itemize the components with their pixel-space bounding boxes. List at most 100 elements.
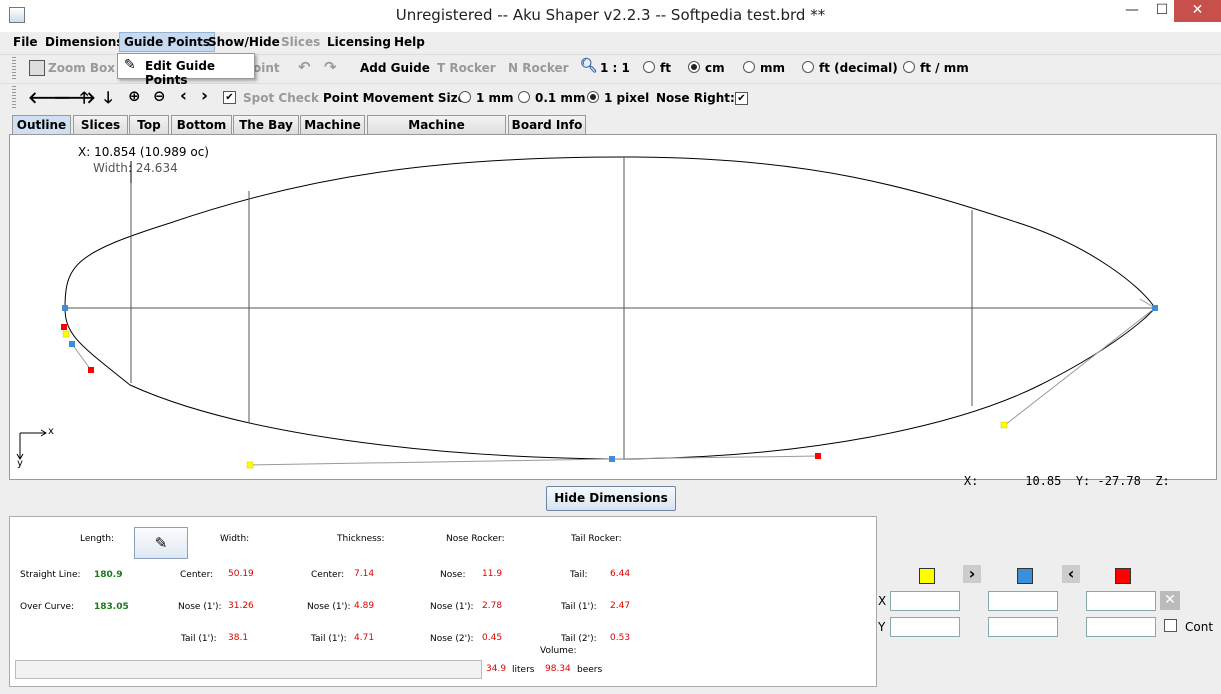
zoom-out-icon[interactable]: ⊖ bbox=[153, 87, 166, 105]
red-x-input[interactable] bbox=[1086, 591, 1156, 611]
chevron-left-icon[interactable]: ‹ bbox=[180, 86, 187, 106]
blue-y-input[interactable] bbox=[988, 617, 1058, 637]
red-y-input[interactable] bbox=[1086, 617, 1156, 637]
redo-icon[interactable]: ↷ bbox=[324, 58, 337, 76]
edit-guide-points-item[interactable]: Edit Guide Points bbox=[145, 59, 254, 87]
tail-rocker-tail1-label: Tail (1'): bbox=[561, 602, 597, 612]
chevron-right-icon[interactable]: › bbox=[963, 565, 981, 583]
nose-rocker-nose1-value: 2.78 bbox=[482, 601, 503, 611]
thickness-tail-value: 4.71 bbox=[354, 633, 375, 643]
guide-points-menu: ✎ Edit Guide Points bbox=[117, 53, 255, 87]
tab-slices[interactable]: Slices bbox=[73, 115, 128, 135]
volume-liters-value: 34.9 bbox=[486, 664, 507, 674]
continuous-checkbox[interactable] bbox=[1164, 619, 1177, 635]
unit-ft-decimal-radio[interactable]: ft (decimal) bbox=[802, 61, 898, 75]
thickness-center-label: Center: bbox=[311, 570, 345, 580]
control-point bbox=[246, 461, 254, 469]
title-bar: Unregistered -- Aku Shaper v2.2.3 -- Sof… bbox=[0, 0, 1221, 32]
blue-x-input[interactable] bbox=[988, 591, 1058, 611]
chevron-right-icon[interactable]: › bbox=[201, 86, 208, 106]
continuous-label: Cont bbox=[1185, 620, 1214, 634]
menu-help[interactable]: Help bbox=[394, 35, 425, 49]
pencil-icon: ✎ bbox=[154, 534, 168, 552]
tab-outline[interactable]: Outline bbox=[12, 115, 71, 135]
width-center-value: 50.19 bbox=[228, 569, 254, 579]
delete-icon[interactable]: ✕ bbox=[1160, 591, 1180, 610]
tail-rocker-tail2-label: Tail (2'): bbox=[561, 634, 597, 644]
control-point bbox=[1000, 421, 1008, 429]
point-button[interactable]: oint bbox=[253, 61, 280, 75]
point-movement-label: Point Movement Size: bbox=[323, 91, 471, 105]
thickness-tail-label: Tail (1'): bbox=[311, 634, 347, 644]
tab-machine-parameters[interactable]: Machine Parameters bbox=[367, 115, 506, 150]
edit-length-button[interactable]: ✎ bbox=[134, 527, 188, 559]
size-1pixel-radio[interactable]: 1 pixel bbox=[587, 91, 649, 105]
minimize-button[interactable]: — bbox=[1117, 0, 1147, 22]
guide-handle bbox=[71, 343, 92, 371]
tab-board-info[interactable]: Board Info bbox=[508, 115, 586, 135]
size-01mm-radio[interactable]: 0.1 mm bbox=[518, 91, 585, 105]
width-tail-value: 38.1 bbox=[228, 633, 249, 643]
close-button[interactable]: ✕ bbox=[1174, 0, 1221, 22]
add-guide-button[interactable]: Add Guide bbox=[360, 61, 430, 75]
spot-check-icon: ✔ bbox=[223, 89, 236, 104]
control-point bbox=[69, 341, 75, 347]
unit-mm-radio[interactable]: mm bbox=[743, 61, 785, 75]
unit-cm-radio[interactable]: cm bbox=[688, 61, 725, 75]
menu-file[interactable]: File bbox=[13, 35, 38, 49]
nose-rocker-nose2-label: Nose (2'): bbox=[430, 634, 474, 644]
toolbar-grip[interactable] bbox=[12, 57, 16, 81]
straight-line-value: 180.9 bbox=[94, 570, 123, 580]
red-point-swatch[interactable] bbox=[1115, 568, 1131, 584]
menu-slices[interactable]: Slices bbox=[281, 35, 320, 49]
tab-machine[interactable]: Machine bbox=[300, 115, 365, 135]
tail-rocker-tail-value: 6.44 bbox=[610, 569, 631, 579]
t-rocker-button[interactable]: T Rocker bbox=[437, 61, 496, 75]
nose-right-label: Nose Right: bbox=[656, 91, 735, 105]
tail-rocker-label: Tail Rocker: bbox=[571, 534, 622, 544]
thickness-label: Thickness: bbox=[337, 534, 385, 544]
width-nose-value: 31.26 bbox=[228, 601, 254, 611]
scale-icon: 🔍︎ bbox=[580, 58, 598, 74]
arrow-down-icon[interactable]: 🡓 bbox=[104, 87, 112, 114]
arrow-right-icon[interactable]: 🡒 bbox=[53, 87, 96, 107]
arrow-up-icon[interactable]: 🡑 bbox=[80, 87, 88, 114]
tab-bottom[interactable]: Bottom bbox=[171, 115, 232, 135]
control-point bbox=[609, 456, 615, 462]
hide-dimensions-button[interactable]: Hide Dimensions bbox=[546, 486, 676, 511]
x-label: X bbox=[878, 594, 887, 608]
n-rocker-button[interactable]: N Rocker bbox=[508, 61, 569, 75]
board-outline-lower bbox=[64, 307, 1156, 460]
yellow-y-input[interactable] bbox=[890, 617, 960, 637]
maximize-button[interactable]: ☐ bbox=[1147, 0, 1177, 22]
volume-beers-value: 98.34 bbox=[545, 664, 571, 674]
yellow-x-input[interactable] bbox=[890, 591, 960, 611]
outline-drawing[interactable] bbox=[10, 135, 1216, 479]
yellow-point-swatch[interactable] bbox=[919, 568, 935, 584]
nose-rocker-nose1-label: Nose (1'): bbox=[430, 602, 474, 612]
beers-label: beers bbox=[577, 665, 603, 675]
size-1mm-radio[interactable]: 1 mm bbox=[459, 91, 514, 105]
tab-top[interactable]: Top bbox=[129, 115, 169, 135]
menu-show-hide[interactable]: Show/Hide bbox=[208, 35, 280, 49]
menu-licensing[interactable]: Licensing bbox=[327, 35, 391, 49]
toolbar-grip[interactable] bbox=[12, 86, 16, 110]
zoom-box-button[interactable]: Zoom Box bbox=[48, 61, 115, 75]
menu-dimensions[interactable]: Dimensions bbox=[45, 35, 123, 49]
spot-check-button[interactable]: Spot Check bbox=[243, 91, 319, 105]
nose-right-checkbox[interactable]: ✔ bbox=[735, 90, 748, 105]
unit-ft-mm-radio[interactable]: ft / mm bbox=[903, 61, 969, 75]
width-center-label: Center: bbox=[180, 570, 214, 580]
tab-the-bay[interactable]: The Bay bbox=[233, 115, 299, 135]
edit-icon: ✎ bbox=[124, 57, 136, 73]
liters-label: liters bbox=[512, 665, 535, 675]
zoom-in-icon[interactable]: ⊕ bbox=[128, 87, 141, 105]
menu-guide-points[interactable]: Guide Points bbox=[119, 32, 215, 52]
control-point bbox=[88, 367, 94, 373]
undo-icon[interactable]: ↶ bbox=[298, 58, 311, 76]
outline-canvas[interactable]: X: 10.854 (10.989 oc) Width: 24.634 x y … bbox=[9, 134, 1217, 488]
blue-point-swatch[interactable] bbox=[1017, 568, 1033, 584]
scale-button[interactable]: 1 : 1 bbox=[600, 61, 630, 75]
chevron-left-icon[interactable]: ‹ bbox=[1062, 565, 1080, 583]
unit-ft-radio[interactable]: ft bbox=[643, 61, 671, 75]
